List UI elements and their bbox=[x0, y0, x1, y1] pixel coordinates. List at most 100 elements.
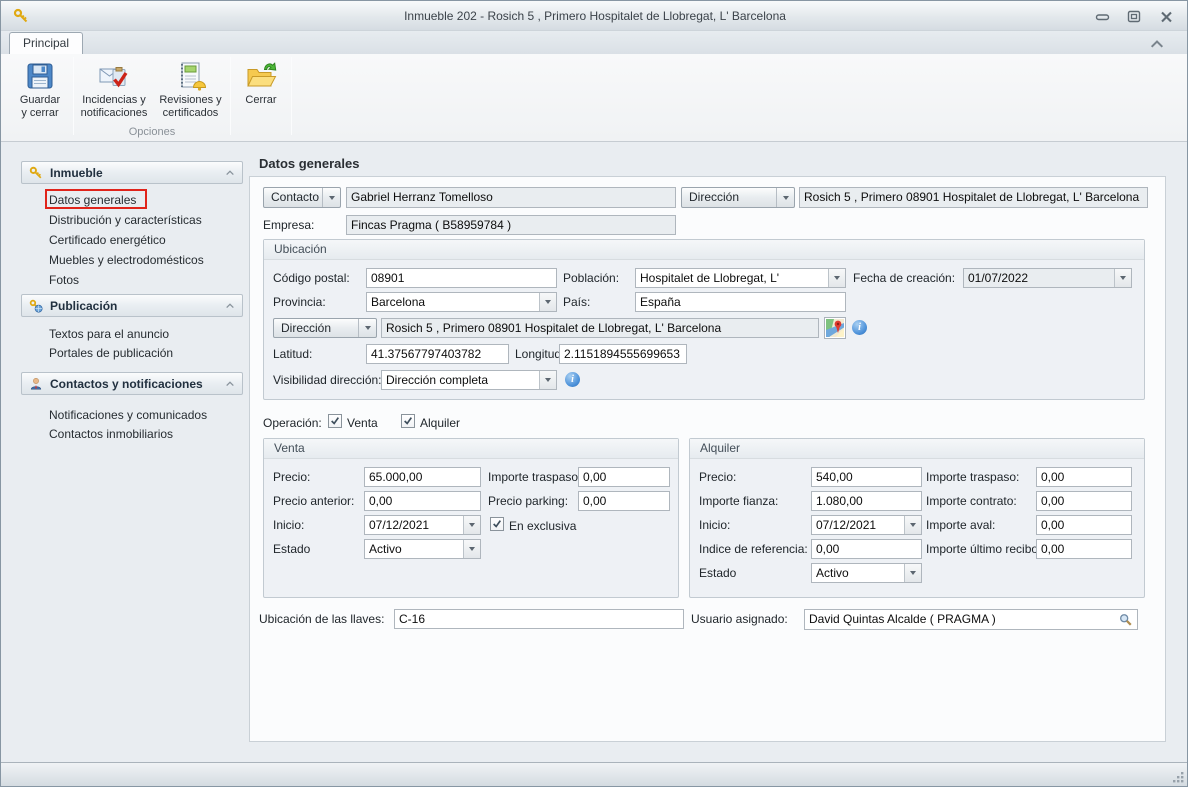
en-exclusiva-checkbox[interactable] bbox=[490, 517, 504, 531]
alquiler-indice-referencia-input[interactable] bbox=[811, 539, 922, 559]
revisiones-button[interactable]: Revisiones y certificados bbox=[153, 56, 228, 124]
sidebar-item-fotos[interactable]: Fotos bbox=[49, 273, 79, 287]
chevron-up-icon[interactable] bbox=[225, 380, 235, 387]
chevron-down-icon[interactable] bbox=[904, 564, 921, 582]
alquiler-ultimo-recibo-input[interactable] bbox=[1036, 539, 1132, 559]
poblacion-select[interactable]: Hospitalet de Llobregat, L' bbox=[635, 268, 846, 288]
fecha-creacion-datepicker[interactable]: 01/07/2022 bbox=[963, 268, 1132, 288]
chevron-down-icon[interactable] bbox=[904, 516, 921, 534]
venta-estado-select[interactable]: Activo bbox=[364, 539, 481, 559]
venta-precio-parking-input[interactable] bbox=[578, 491, 670, 511]
contacto-selector[interactable]: Contacto bbox=[263, 187, 341, 208]
venta-precio-anterior-input[interactable] bbox=[364, 491, 481, 511]
direccion-inner-field[interactable]: Rosich 5 , Primero 08901 Hospitalet de L… bbox=[381, 318, 819, 338]
empresa-field[interactable]: Fincas Pragma ( B58959784 ) bbox=[346, 215, 676, 235]
sidebar-item-contactos-inmobiliarios[interactable]: Contactos inmobiliarios bbox=[49, 427, 173, 441]
chevron-down-icon[interactable] bbox=[463, 540, 480, 558]
alquiler-ultimo-recibo-label: Importe último recibo: bbox=[926, 542, 1041, 556]
alquiler-inicio-datepicker[interactable]: 07/12/2021 bbox=[811, 515, 922, 535]
en-exclusiva-label: En exclusiva bbox=[509, 519, 576, 533]
alquiler-importe-aval-input[interactable] bbox=[1036, 515, 1132, 535]
info-icon[interactable]: i bbox=[565, 372, 580, 387]
incidencias-button[interactable]: Incidencias y notificaciones bbox=[76, 56, 152, 124]
alquiler-precio-label: Precio: bbox=[699, 470, 736, 484]
sidebar-item-muebles[interactable]: Muebles y electrodomésticos bbox=[49, 253, 204, 267]
direccion-inner-selector[interactable]: Dirección bbox=[273, 318, 377, 338]
alquiler-importe-fianza-label: Importe fianza: bbox=[699, 494, 778, 508]
chevron-up-icon[interactable] bbox=[225, 169, 235, 176]
fecha-creacion-label: Fecha de creación: bbox=[853, 271, 955, 285]
revisiones-label-line2: certificados bbox=[163, 107, 219, 119]
chevron-down-icon[interactable] bbox=[322, 188, 340, 207]
llaves-input[interactable] bbox=[394, 609, 684, 629]
revisions-icon bbox=[175, 60, 207, 92]
chevron-down-icon[interactable] bbox=[463, 516, 480, 534]
venta-inicio-datepicker[interactable]: 07/12/2021 bbox=[364, 515, 481, 535]
alquiler-importe-contrato-input[interactable] bbox=[1036, 491, 1132, 511]
alquiler-estado-value: Activo bbox=[816, 564, 903, 582]
sidebar-item-portales[interactable]: Portales de publicación bbox=[49, 346, 173, 360]
maximize-button[interactable] bbox=[1123, 8, 1145, 25]
sidebar-section-inmueble[interactable]: Inmueble bbox=[21, 161, 243, 184]
venta-precio-label: Precio: bbox=[273, 470, 310, 484]
longitud-input[interactable] bbox=[559, 344, 687, 364]
latitud-input[interactable] bbox=[366, 344, 509, 364]
venta-precio-input[interactable] bbox=[364, 467, 481, 487]
pais-input[interactable] bbox=[635, 292, 846, 312]
ribbon-tab-row bbox=[1, 31, 1188, 54]
cerrar-button[interactable]: Cerrar bbox=[234, 56, 288, 124]
ribbon: Guardar y cerrar Incidencias y notificac… bbox=[1, 54, 1188, 142]
sidebar-item-datos-generales[interactable]: Datos generales bbox=[49, 193, 136, 207]
alquiler-importe-traspaso-input[interactable] bbox=[1036, 467, 1132, 487]
save-and-close-button[interactable]: Guardar y cerrar bbox=[9, 56, 71, 124]
sidebar-item-certificado[interactable]: Certificado energético bbox=[49, 233, 166, 247]
chevron-down-icon[interactable] bbox=[1114, 269, 1131, 287]
venta-importe-traspaso-label: Importe traspaso: bbox=[488, 470, 581, 484]
person-icon bbox=[29, 377, 43, 391]
venta-checkbox[interactable] bbox=[328, 414, 342, 428]
alquiler-checkbox[interactable] bbox=[401, 414, 415, 428]
chevron-down-icon[interactable] bbox=[828, 269, 845, 287]
save-icon bbox=[24, 60, 56, 92]
magnifier-icon bbox=[1118, 613, 1133, 627]
venta-importe-traspaso-input[interactable] bbox=[578, 467, 670, 487]
sidebar-item-notificaciones[interactable]: Notificaciones y comunicados bbox=[49, 408, 207, 422]
user-lookup-button[interactable] bbox=[1115, 612, 1135, 627]
check-icon bbox=[403, 416, 413, 426]
chevron-up-icon[interactable] bbox=[225, 302, 235, 309]
sidebar-item-distribucion[interactable]: Distribución y características bbox=[49, 213, 202, 227]
codigo-postal-input[interactable] bbox=[366, 268, 557, 288]
direccion-selector[interactable]: Dirección bbox=[681, 187, 795, 208]
alquiler-precio-input[interactable] bbox=[811, 467, 922, 487]
visibilidad-select[interactable]: Dirección completa bbox=[381, 370, 557, 390]
cerrar-label-line1: Cerrar bbox=[245, 94, 276, 106]
chevron-down-icon[interactable] bbox=[776, 188, 794, 207]
tab-principal[interactable]: Principal bbox=[9, 32, 83, 54]
alquiler-estado-select[interactable]: Activo bbox=[811, 563, 922, 583]
chevron-up-icon[interactable] bbox=[1149, 38, 1165, 49]
provincia-select[interactable]: Barcelona bbox=[366, 292, 557, 312]
direccion-value-field[interactable]: Rosich 5 , Primero 08901 Hospitalet de L… bbox=[799, 187, 1148, 208]
chevron-down-icon[interactable] bbox=[539, 293, 556, 311]
key-icon bbox=[29, 166, 43, 180]
venta-caption: Venta bbox=[264, 439, 678, 459]
show-map-button[interactable] bbox=[824, 317, 846, 339]
ribbon-separator bbox=[230, 57, 231, 135]
info-icon[interactable]: i bbox=[852, 320, 867, 335]
resize-grip[interactable] bbox=[1171, 770, 1185, 784]
check-icon bbox=[492, 519, 502, 529]
sidebar-section-contactos[interactable]: Contactos y notificaciones bbox=[21, 372, 243, 395]
sidebar-section-publicacion[interactable]: Publicación bbox=[21, 294, 243, 317]
chevron-down-icon[interactable] bbox=[358, 319, 376, 337]
close-button[interactable] bbox=[1155, 8, 1177, 25]
contacto-selector-label: Contacto bbox=[271, 188, 320, 207]
venta-estado-label: Estado bbox=[273, 542, 310, 556]
alquiler-importe-fianza-input[interactable] bbox=[811, 491, 922, 511]
minimize-button[interactable] bbox=[1091, 8, 1113, 25]
contacto-value-field[interactable]: Gabriel Herranz Tomelloso bbox=[346, 187, 676, 208]
sidebar-item-textos-anuncio[interactable]: Textos para el anuncio bbox=[49, 327, 169, 341]
llaves-label: Ubicación de las llaves: bbox=[259, 612, 384, 626]
direccion-inner-label: Dirección bbox=[281, 319, 356, 338]
chevron-down-icon[interactable] bbox=[539, 371, 556, 389]
usuario-asignado-field[interactable]: David Quintas Alcalde ( PRAGMA ) bbox=[804, 609, 1138, 630]
